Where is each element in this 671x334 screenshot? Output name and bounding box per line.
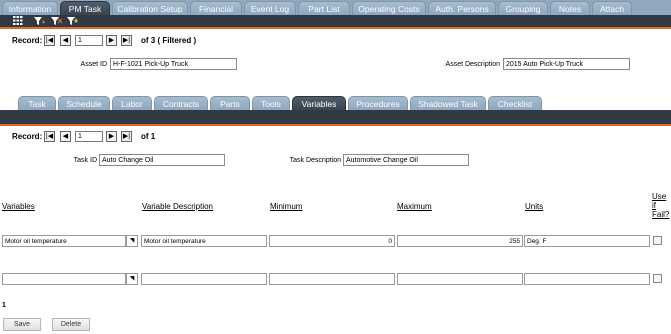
col-variable-description: Variable Description [142, 202, 213, 211]
asset-description-label: Asset Description [445, 61, 500, 68]
next-record-button-2[interactable]: ▶ [106, 131, 117, 142]
tab-variables[interactable]: Variables [292, 96, 346, 110]
tab-checklist[interactable]: Checklist [488, 96, 542, 110]
lookup-button[interactable]: ◥ [126, 235, 138, 247]
sub-tab-bar: Task Schedule Labor Contracts Parts Tool… [0, 96, 671, 110]
tab-parts[interactable]: Parts [210, 96, 250, 110]
first-record-button-2[interactable]: |◀ [44, 131, 55, 142]
save-button[interactable]: Save [3, 318, 41, 331]
task-id-field[interactable]: Auto Change Oil [99, 154, 225, 166]
tab-tools[interactable]: Tools [252, 96, 290, 110]
tab-labor[interactable]: Labor [112, 96, 152, 110]
record-number-input[interactable]: 1 [75, 35, 103, 46]
maximum-input[interactable]: 255 [397, 235, 523, 247]
variable-description-input[interactable]: Motor oil temperature [141, 235, 267, 247]
record-number-input-2[interactable]: 1 [75, 131, 103, 142]
col-variables: Variables [2, 202, 35, 211]
record-label-2: Record: [12, 132, 43, 141]
col-use-if-fail-2: if [652, 201, 656, 210]
col-minimum: Minimum [270, 202, 303, 211]
tab-information[interactable]: Information [2, 1, 58, 15]
col-use-if-fail-1: Use [652, 192, 667, 201]
tab-schedule[interactable]: Schedule [58, 96, 110, 110]
tab-financial[interactable]: Financial [190, 1, 242, 15]
asset-id-label: Asset ID [80, 61, 107, 68]
lookup-button-new[interactable]: ◥ [126, 273, 138, 285]
tab-grouping[interactable]: Grouping [498, 1, 548, 15]
variable-input-new[interactable] [2, 273, 126, 285]
tab-task[interactable]: Task [18, 96, 56, 110]
sub-accent-divider [0, 124, 671, 126]
tab-pm-task[interactable]: PM Task [60, 1, 110, 15]
row-count: 1 [2, 302, 6, 309]
task-description-label: Task Description [289, 157, 341, 164]
prev-record-button-2[interactable]: ◀ [60, 131, 71, 142]
delete-button[interactable]: Delete [52, 318, 90, 331]
accent-divider [0, 27, 671, 29]
col-maximum: Maximum [397, 202, 432, 211]
tab-event-log[interactable]: Event Log [244, 1, 296, 15]
last-record-button[interactable]: ▶| [121, 35, 132, 46]
grid-icon[interactable] [13, 16, 23, 26]
prev-record-button[interactable]: ◀ [60, 35, 71, 46]
variable-description-input-new[interactable] [141, 273, 267, 285]
variable-input[interactable]: Motor oil temperature [2, 235, 126, 247]
col-units: Units [525, 202, 544, 211]
filter-add-icon[interactable] [34, 16, 45, 26]
tab-shadowed-task[interactable]: Shadowed Task [410, 96, 486, 110]
last-record-button-2[interactable]: ▶| [121, 131, 132, 142]
tab-procedures[interactable]: Procedures [348, 96, 408, 110]
minimum-input-new[interactable] [269, 273, 395, 285]
tab-contracts[interactable]: Contracts [154, 96, 208, 110]
asset-description-field[interactable]: 2015 Auto Pick-Up Truck [503, 58, 630, 70]
record-count-2: of 1 [141, 132, 156, 141]
col-use-if-fail-3: Fail? [652, 210, 670, 219]
tab-notes[interactable]: Notes [550, 1, 590, 15]
record-label: Record: [12, 36, 43, 45]
minimum-input[interactable]: 0 [269, 235, 395, 247]
record-count: of 3 ( Filtered ) [141, 36, 197, 45]
tab-attach[interactable]: Attach [592, 1, 632, 15]
first-record-button[interactable]: |◀ [44, 35, 55, 46]
use-if-fail-checkbox[interactable] [653, 236, 662, 245]
units-input-new[interactable] [524, 273, 650, 285]
task-description-field[interactable]: Automotive Change Oil [343, 154, 469, 166]
sub-tab-band [0, 110, 671, 124]
maximum-input-new[interactable] [397, 273, 523, 285]
toolbar [0, 15, 671, 27]
tab-part-list[interactable]: Part List [298, 1, 350, 15]
tab-calibration-setup[interactable]: Calibration Setup [112, 1, 188, 15]
tab-auth-persons[interactable]: Auth. Persons [428, 1, 496, 15]
use-if-fail-checkbox-new[interactable] [653, 274, 662, 283]
filter-star-icon[interactable] [67, 16, 78, 26]
task-id-label: Task ID [73, 157, 97, 164]
asset-id-field[interactable]: H-F-1021 Pick-Up Truck [110, 58, 237, 70]
filter-remove-icon[interactable] [51, 16, 63, 26]
units-input[interactable]: Deg. F [524, 235, 650, 247]
top-tab-bar: Information PM Task Calibration Setup Fi… [0, 0, 671, 15]
tab-operating-costs[interactable]: Operating Costs [352, 1, 426, 15]
next-record-button[interactable]: ▶ [106, 35, 117, 46]
